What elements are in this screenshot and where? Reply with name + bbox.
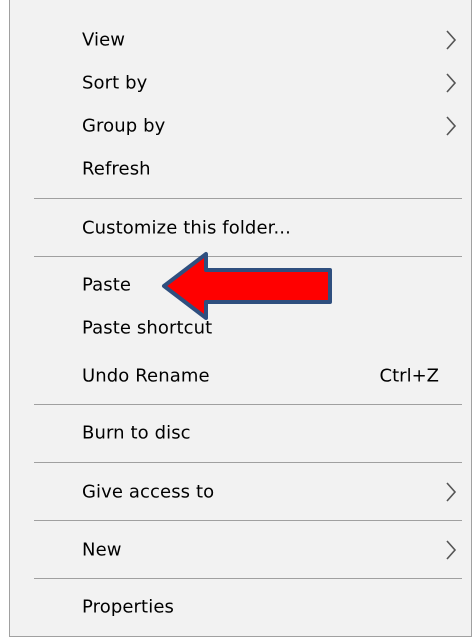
chevron-right-icon bbox=[446, 540, 457, 560]
menu-separator bbox=[34, 404, 462, 405]
menu-item-undo-rename-label: Undo Rename bbox=[82, 365, 210, 387]
chevron-right-icon bbox=[446, 30, 457, 50]
menu-separator bbox=[34, 198, 462, 199]
menu-item-paste-label: Paste bbox=[82, 274, 132, 296]
menu-item-view[interactable]: View bbox=[10, 20, 471, 60]
left-arrow-icon bbox=[162, 252, 332, 320]
menu-item-sort-by-label: Sort by bbox=[82, 72, 148, 94]
menu-item-burn-to-disc[interactable]: Burn to disc bbox=[10, 413, 471, 453]
chevron-right-icon bbox=[446, 116, 457, 136]
menu-item-new-label: New bbox=[82, 539, 122, 561]
menu-item-refresh-label: Refresh bbox=[82, 158, 151, 180]
menu-item-undo-rename-shortcut: Ctrl+Z bbox=[379, 365, 439, 387]
menu-item-customize-folder[interactable]: Customize this folder... bbox=[10, 208, 471, 248]
menu-item-group-by[interactable]: Group by bbox=[10, 106, 471, 146]
menu-item-refresh[interactable]: Refresh bbox=[10, 149, 471, 189]
menu-item-sort-by[interactable]: Sort by bbox=[10, 63, 471, 103]
menu-item-properties-label: Properties bbox=[82, 596, 174, 618]
menu-separator bbox=[34, 462, 462, 463]
menu-item-burn-to-disc-label: Burn to disc bbox=[82, 422, 191, 444]
menu-item-give-access-label: Give access to bbox=[82, 481, 215, 503]
chevron-right-icon bbox=[446, 482, 457, 502]
menu-separator bbox=[34, 578, 462, 579]
menu-item-new[interactable]: New bbox=[10, 530, 471, 570]
chevron-right-icon bbox=[446, 73, 457, 93]
menu-item-undo-rename[interactable]: Undo Rename Ctrl+Z bbox=[10, 356, 471, 396]
menu-item-give-access[interactable]: Give access to bbox=[10, 472, 471, 512]
menu-item-properties[interactable]: Properties bbox=[10, 587, 471, 627]
menu-item-view-label: View bbox=[82, 29, 126, 51]
menu-item-group-by-label: Group by bbox=[82, 115, 166, 137]
menu-item-customize-folder-label: Customize this folder... bbox=[82, 217, 291, 239]
menu-separator bbox=[34, 520, 462, 521]
